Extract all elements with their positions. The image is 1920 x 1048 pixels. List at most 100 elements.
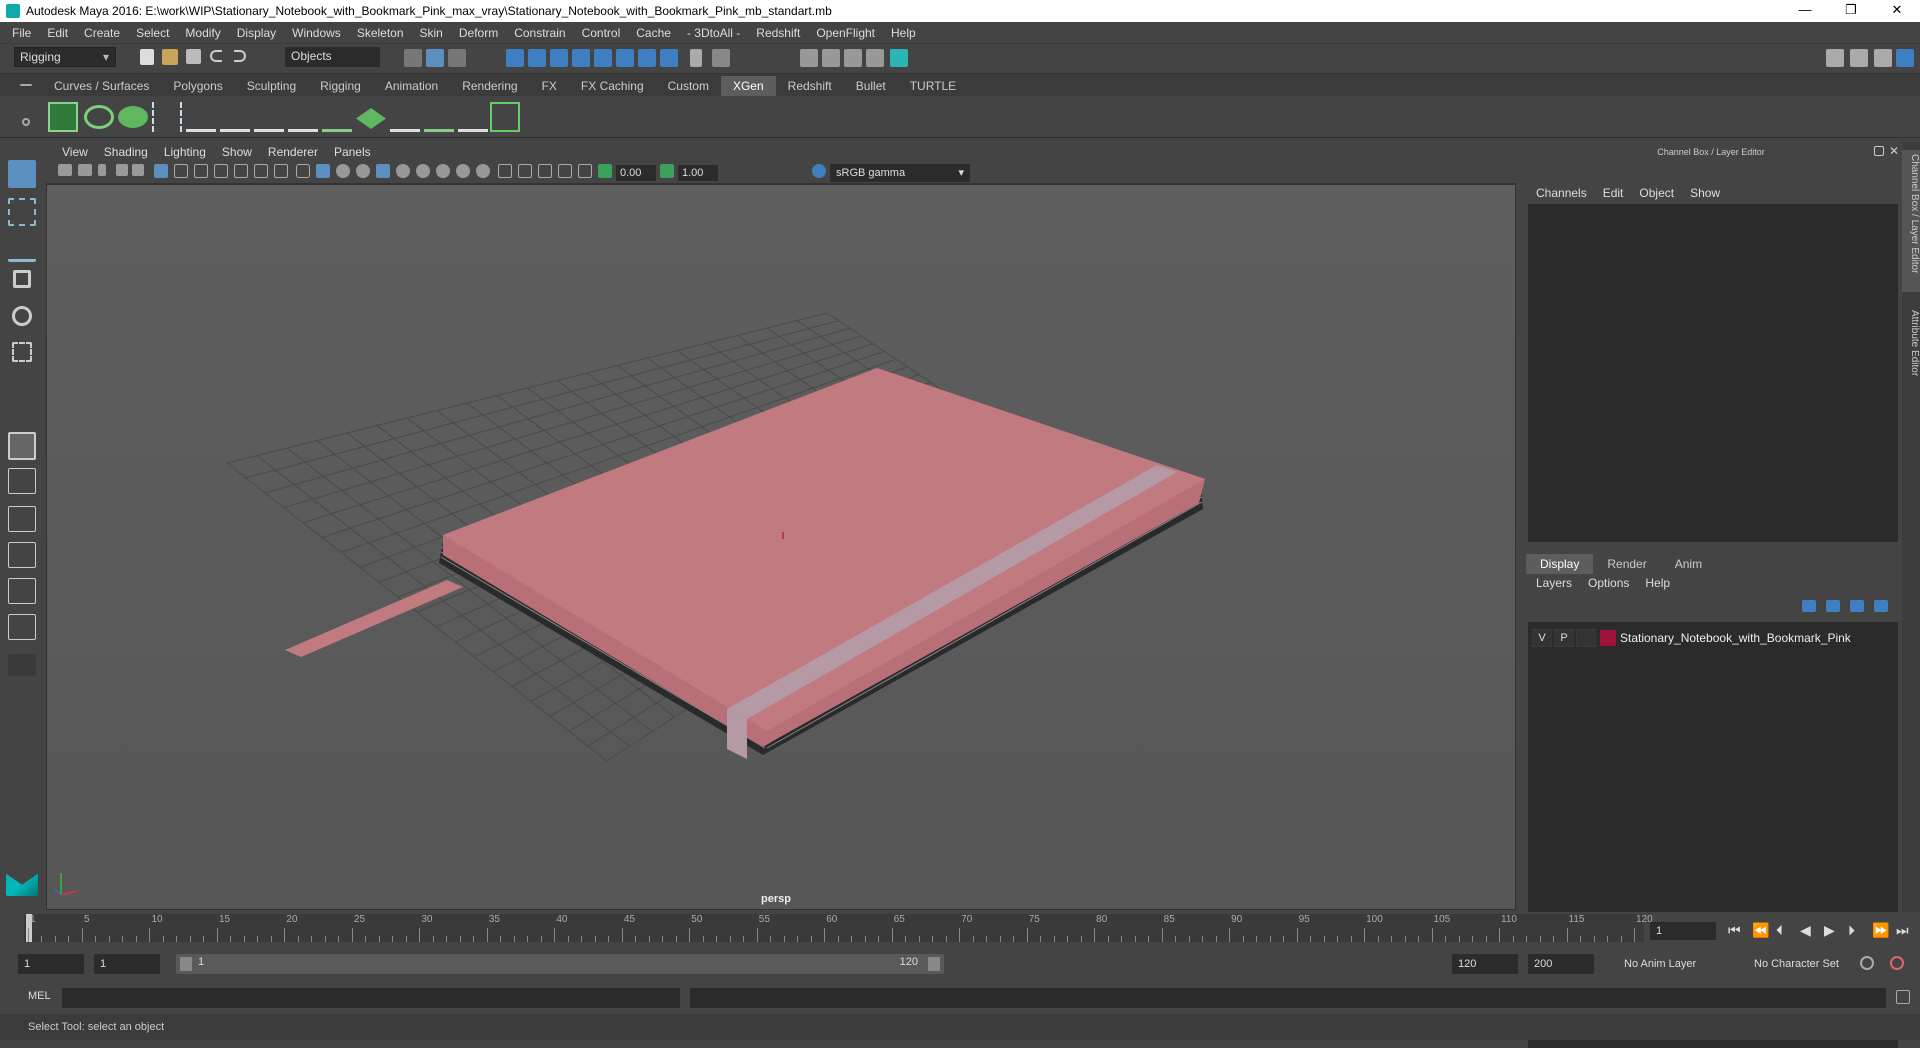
move-tool-icon[interactable]	[13, 270, 31, 288]
xray-joints-icon[interactable]	[538, 164, 552, 178]
channel-box-side-tab[interactable]: Channel Box / Layer Editor	[1902, 150, 1920, 292]
shelf-menu-icon[interactable]	[20, 84, 32, 86]
persp-outliner-layout-icon[interactable]	[8, 506, 36, 532]
isolate-select-icon[interactable]	[518, 164, 532, 178]
select-tool-icon[interactable]	[8, 160, 36, 188]
select-by-component-icon[interactable]	[448, 49, 466, 67]
xgen-lock-guide-icon[interactable]	[288, 102, 318, 132]
shelf-tab-rendering[interactable]: Rendering	[450, 76, 529, 96]
select-by-object-icon[interactable]	[426, 49, 444, 67]
step-back-key-icon[interactable]: ⏴	[1776, 922, 1783, 939]
lock-icon[interactable]	[690, 49, 702, 67]
animation-start-field[interactable]: 1	[18, 954, 84, 974]
playback-start-field[interactable]: 1	[94, 954, 160, 974]
move-layer-down-icon[interactable]	[1826, 600, 1840, 612]
snap-face-icon[interactable]	[660, 49, 678, 67]
menu-openflight[interactable]: OpenFlight	[808, 26, 883, 40]
menu-modify[interactable]: Modify	[177, 26, 228, 40]
open-scene-icon[interactable]	[162, 49, 178, 65]
xgen-move-guide-icon[interactable]	[186, 102, 216, 132]
shelf-tab-bullet[interactable]: Bullet	[844, 76, 898, 96]
anim-layer-dropdown[interactable]: No Anim Layer	[1618, 954, 1740, 974]
hypershade-icon[interactable]	[866, 49, 884, 67]
menu-constrain[interactable]: Constrain	[506, 26, 573, 40]
xgen-insert-cv-icon[interactable]	[220, 102, 250, 132]
camera-icon[interactable]	[58, 164, 72, 176]
channel-menu-channels[interactable]: Channels	[1528, 186, 1595, 200]
layer-menu-help[interactable]: Help	[1637, 576, 1678, 590]
outliner-persp-layout-icon[interactable]	[8, 614, 36, 640]
layer-visibility-toggle[interactable]: V	[1532, 629, 1552, 647]
grid-toggle-icon[interactable]	[154, 164, 168, 178]
anti-aliasing-icon[interactable]	[476, 164, 490, 178]
tab-display[interactable]: Display	[1526, 554, 1594, 574]
channel-menu-edit[interactable]: Edit	[1595, 186, 1632, 200]
close-button[interactable]: ✕	[1874, 0, 1920, 22]
snap-surface-icon[interactable]	[594, 49, 612, 67]
snap-edge-icon[interactable]	[638, 49, 656, 67]
ambient-occlusion-icon[interactable]	[436, 164, 450, 178]
redshift-render-view-icon[interactable]	[890, 49, 908, 67]
textured-icon[interactable]	[376, 164, 390, 178]
viewport-menu-panels[interactable]: Panels	[326, 145, 379, 159]
undo-icon[interactable]	[210, 50, 222, 62]
menu-3dtoall[interactable]: - 3DtoAll -	[679, 26, 748, 40]
menu-control[interactable]: Control	[574, 26, 629, 40]
go-to-start-icon[interactable]: ⏮	[1728, 922, 1741, 939]
render-settings-icon[interactable]	[844, 49, 862, 67]
xgen-clump-icon[interactable]	[424, 102, 454, 132]
move-layer-up-icon[interactable]	[1802, 600, 1816, 612]
channel-box-toggle-icon[interactable]	[1896, 49, 1914, 67]
rotate-tool-icon[interactable]	[12, 306, 32, 326]
viewport-menu-lighting[interactable]: Lighting	[156, 145, 214, 159]
gate-mask-icon[interactable]	[214, 164, 228, 178]
menu-cache[interactable]: Cache	[628, 26, 679, 40]
menu-help[interactable]: Help	[883, 26, 924, 40]
new-layer-selected-icon[interactable]	[1874, 600, 1888, 612]
layer-menu-layers[interactable]: Layers	[1528, 576, 1580, 590]
xgen-sculpt-guide-icon[interactable]	[254, 102, 284, 132]
safe-title-icon[interactable]	[274, 164, 288, 178]
tab-render[interactable]: Render	[1593, 554, 1660, 574]
backface-culling-icon[interactable]	[578, 164, 592, 178]
xgen-layers-icon[interactable]	[356, 108, 386, 129]
notebook-model[interactable]	[285, 368, 1205, 759]
camera-attributes-icon[interactable]	[78, 164, 92, 176]
exposure-icon[interactable]	[598, 164, 612, 178]
perspective-viewport[interactable]: persp	[46, 184, 1516, 910]
xgen-editor-icon[interactable]	[48, 102, 78, 132]
shelf-tab-xgen[interactable]: XGen	[720, 76, 776, 96]
persp-hypershade-layout-icon[interactable]	[8, 578, 36, 604]
layer-color-swatch[interactable]	[1600, 630, 1616, 646]
script-editor-icon[interactable]	[1896, 990, 1910, 1004]
range-slider[interactable]: 1 120	[176, 954, 944, 974]
snap-point-icon[interactable]	[550, 49, 568, 67]
xgen-preview-icon[interactable]	[84, 105, 114, 129]
image-plane-icon[interactable]	[116, 164, 128, 176]
2d-pan-zoom-icon[interactable]	[132, 164, 144, 176]
save-scene-icon[interactable]	[186, 49, 201, 64]
resolution-gate-icon[interactable]	[194, 164, 208, 178]
shelf-tab-fx-caching[interactable]: FX Caching	[569, 76, 656, 96]
smooth-shade-icon[interactable]	[316, 164, 330, 178]
menu-edit[interactable]: Edit	[39, 26, 76, 40]
layer-display-type-toggle[interactable]	[1576, 629, 1596, 647]
xray-active-components-icon[interactable]	[558, 164, 572, 178]
command-input[interactable]	[62, 988, 680, 1008]
layer-menu-options[interactable]: Options	[1580, 576, 1637, 590]
xray-icon[interactable]	[356, 164, 370, 178]
step-forward-frame-icon[interactable]: ⏩	[1872, 922, 1889, 939]
history-icon[interactable]	[712, 49, 730, 67]
play-backwards-icon[interactable]: ◀	[1800, 922, 1811, 939]
layer-playback-toggle[interactable]: P	[1554, 629, 1574, 647]
step-back-frame-icon[interactable]: ⏪	[1752, 922, 1769, 939]
animation-end-field[interactable]: 200	[1528, 954, 1594, 974]
bookmark-ribbon[interactable]	[285, 580, 463, 657]
attribute-editor-toggle-icon[interactable]	[1850, 49, 1868, 67]
go-to-end-icon[interactable]: ⏭	[1896, 922, 1909, 939]
paint-select-tool-icon[interactable]	[8, 234, 36, 262]
color-management-icon[interactable]	[812, 164, 826, 178]
lasso-tool-icon[interactable]	[8, 198, 36, 226]
depth-of-field-icon[interactable]	[498, 164, 512, 178]
channel-menu-show[interactable]: Show	[1682, 186, 1728, 200]
